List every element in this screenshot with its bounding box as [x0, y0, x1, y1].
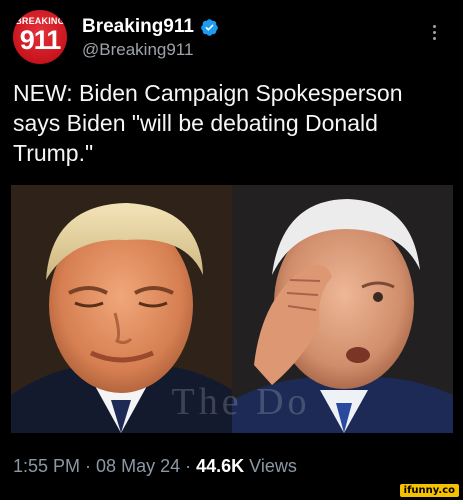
- author-handle[interactable]: @Breaking911: [82, 40, 193, 60]
- trump-portrait-illustration: [11, 185, 232, 433]
- meta-separator: ·: [180, 456, 197, 476]
- author-name-row[interactable]: Breaking911: [82, 16, 219, 38]
- profile-avatar[interactable]: BREAKING 911: [13, 10, 67, 64]
- tweet-time[interactable]: 1:55 PM: [13, 456, 80, 476]
- more-options-icon[interactable]: [433, 25, 437, 40]
- views-count[interactable]: 44.6K: [196, 456, 244, 476]
- verified-badge-icon: [201, 18, 218, 36]
- biden-portrait-illustration: [232, 185, 453, 433]
- photo-trump[interactable]: [11, 185, 232, 433]
- author-display-name[interactable]: Breaking911: [82, 16, 194, 38]
- avatar-911-text: 911: [19, 25, 62, 55]
- tweet-meta: 1:55 PM · 08 May 24 · 44.6K Views: [13, 456, 297, 477]
- meta-separator: ·: [80, 456, 97, 476]
- photo-biden[interactable]: [232, 185, 453, 433]
- tweet-date[interactable]: 08 May 24: [96, 456, 180, 476]
- ifunny-watermark: ifunny.co: [399, 484, 459, 497]
- tweet-text: NEW: Biden Campaign Spokesperson says Bi…: [13, 80, 403, 166]
- tweet-media[interactable]: The Do: [11, 185, 453, 433]
- views-label: Views: [244, 456, 297, 476]
